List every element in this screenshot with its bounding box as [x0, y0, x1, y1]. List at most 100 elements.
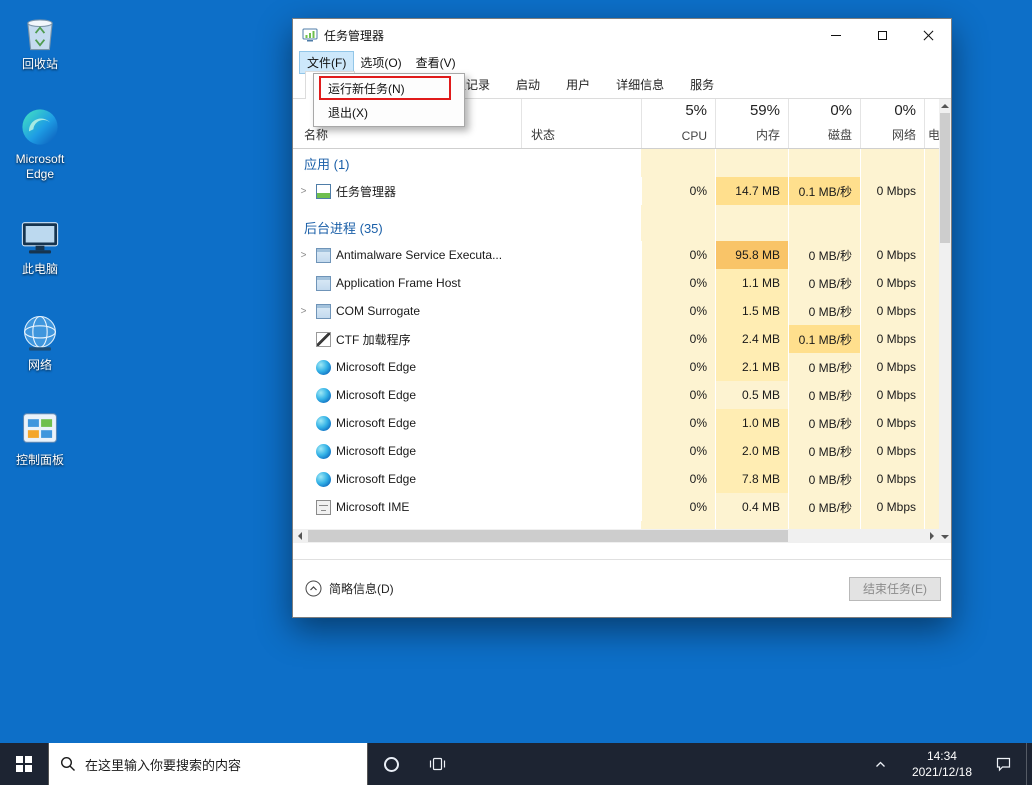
desktop-icon-label: 回收站	[22, 57, 58, 71]
details-toggle-label: 简略信息(D)	[329, 580, 394, 597]
memory-value: 2.0 MB	[715, 437, 788, 465]
menu-file[interactable]: 文件(F)	[300, 52, 353, 73]
group-header-row[interactable]: 应用 (1)	[293, 149, 939, 177]
vertical-scroll-thumb[interactable]	[940, 113, 950, 243]
expand-chevron-icon[interactable]	[296, 306, 311, 317]
horizontal-scroll-thumb[interactable]	[308, 530, 788, 542]
notification-icon	[995, 756, 1012, 772]
status-value	[521, 269, 641, 297]
status-value	[521, 381, 641, 409]
menu-item-run-new-task[interactable]: 运行新任务(N)	[314, 76, 464, 100]
desktop-icon-label: 网络	[28, 358, 52, 372]
this-pc-icon	[18, 215, 62, 259]
expand-chevron-icon[interactable]	[296, 186, 311, 197]
process-row[interactable]: Antimalware Service Executa...0%95.8 MB0…	[293, 241, 939, 269]
cortana-button[interactable]	[368, 743, 414, 785]
window-icon	[316, 276, 331, 291]
scroll-left-arrow-icon[interactable]	[293, 529, 307, 543]
desktop-icon-this-pc[interactable]: 此电脑	[4, 215, 76, 276]
memory-value: 1.5 MB	[715, 297, 788, 325]
desktop-icon-microsoft-edge[interactable]: Microsoft Edge	[4, 105, 76, 181]
action-center-button[interactable]	[980, 743, 1026, 785]
taskbar-clock[interactable]: 14:34 2021/12/18	[904, 743, 980, 785]
cpu-value: 0%	[641, 381, 715, 409]
end-task-button[interactable]: 结束任务(E)	[849, 577, 941, 601]
cpu-value: 0%	[641, 437, 715, 465]
process-row[interactable]: Microsoft Edge0%2.0 MB0 MB/秒0 Mbps	[293, 437, 939, 465]
column-power[interactable]: 电	[924, 99, 939, 148]
memory-total-percent: 59%	[750, 102, 780, 119]
process-name: Microsoft IME	[336, 500, 409, 514]
process-name: Application Frame Host	[336, 276, 461, 290]
column-memory-label: 内存	[756, 126, 780, 143]
network-value: 0 Mbps	[860, 297, 924, 325]
network-value: 0 Mbps	[860, 409, 924, 437]
network-value: 0 Mbps	[860, 437, 924, 465]
disk-value: 0 MB/秒	[788, 269, 860, 297]
column-memory[interactable]: 59% 内存	[715, 99, 788, 148]
status-value	[521, 325, 641, 353]
maximize-button[interactable]	[859, 19, 905, 51]
column-cpu[interactable]: 5% CPU	[641, 99, 715, 148]
menu-item-label: 退出(X)	[328, 104, 368, 121]
column-disk[interactable]: 0% 磁盘	[788, 99, 860, 148]
task-manager-window: 任务管理器 文件(F) 选项(O) 查看(V) 进程 性能 应用历史记录 启动 …	[292, 18, 952, 618]
cpu-value: 0%	[641, 465, 715, 493]
scroll-up-arrow-icon[interactable]	[939, 99, 951, 112]
minimize-button[interactable]	[813, 19, 859, 51]
edge-icon	[316, 388, 331, 403]
vertical-scrollbar[interactable]	[939, 99, 951, 543]
menu-options[interactable]: 选项(O)	[353, 52, 408, 73]
tab-startup[interactable]: 启动	[503, 71, 553, 98]
scroll-down-arrow-icon[interactable]	[939, 530, 951, 543]
recycle-bin-icon	[18, 10, 62, 54]
network-value: 0 Mbps	[860, 269, 924, 297]
windows-logo-icon	[16, 756, 33, 773]
process-name: Microsoft Edge	[336, 388, 416, 402]
horizontal-scrollbar[interactable]	[293, 529, 939, 543]
task-view-button[interactable]	[414, 743, 460, 785]
cpu-value: 0%	[641, 493, 715, 521]
desktop-icon-control-panel[interactable]: 控制面板	[4, 406, 76, 467]
column-network[interactable]: 0% 网络	[860, 99, 924, 148]
process-row[interactable]: Microsoft Edge0%0.5 MB0 MB/秒0 Mbps	[293, 381, 939, 409]
task-manager-icon	[316, 184, 331, 199]
memory-value: 14.7 MB	[715, 177, 788, 205]
column-disk-label: 磁盘	[828, 126, 852, 143]
start-button[interactable]	[0, 743, 48, 785]
process-row[interactable]: CTF 加载程序0%2.4 MB0.1 MB/秒0 Mbps	[293, 325, 939, 353]
desktop-icon-network[interactable]: 网络	[4, 311, 76, 372]
edge-icon	[316, 360, 331, 375]
details-toggle[interactable]: 简略信息(D)	[305, 580, 394, 597]
group-header-row[interactable]: 后台进程 (35)	[293, 213, 939, 241]
desktop-icon-label: 此电脑	[22, 262, 58, 276]
expand-chevron-icon[interactable]	[296, 250, 311, 261]
column-cpu-label: CPU	[682, 129, 707, 143]
menu-item-label: 运行新任务(N)	[328, 80, 405, 97]
memory-value: 2.1 MB	[715, 353, 788, 381]
tray-expand-button[interactable]	[858, 743, 904, 785]
scroll-right-arrow-icon[interactable]	[925, 529, 939, 543]
process-row[interactable]: Microsoft Edge0%7.8 MB0 MB/秒0 Mbps	[293, 465, 939, 493]
close-button[interactable]	[905, 19, 951, 51]
desktop-icon-label: 控制面板	[16, 453, 64, 467]
window-controls	[813, 19, 951, 51]
process-row[interactable]: Microsoft Edge0%1.0 MB0 MB/秒0 Mbps	[293, 409, 939, 437]
desktop-icon-recycle-bin[interactable]: 回收站	[4, 10, 76, 71]
tab-users[interactable]: 用户	[553, 71, 603, 98]
process-row[interactable]: 任务管理器0%14.7 MB0.1 MB/秒0 Mbps	[293, 177, 939, 205]
titlebar[interactable]: 任务管理器	[293, 19, 951, 51]
column-status[interactable]: 状态	[521, 99, 641, 148]
process-row[interactable]: Microsoft Edge0%2.1 MB0 MB/秒0 Mbps	[293, 353, 939, 381]
process-row[interactable]: COM Surrogate0%1.5 MB0 MB/秒0 Mbps	[293, 297, 939, 325]
process-row[interactable]: Application Frame Host0%1.1 MB0 MB/秒0 Mb…	[293, 269, 939, 297]
task-view-icon	[429, 756, 446, 772]
tab-services[interactable]: 服务	[677, 71, 727, 98]
process-row[interactable]: Microsoft IME0%0.4 MB0 MB/秒0 Mbps	[293, 493, 939, 521]
taskbar-search[interactable]: 在这里输入你要搜索的内容	[48, 743, 368, 785]
tab-details[interactable]: 详细信息	[603, 71, 677, 98]
show-desktop-button[interactable]	[1026, 743, 1032, 785]
maximize-icon	[878, 31, 887, 40]
menu-item-exit[interactable]: 退出(X)	[314, 100, 464, 124]
menu-view[interactable]: 查看(V)	[409, 52, 463, 73]
